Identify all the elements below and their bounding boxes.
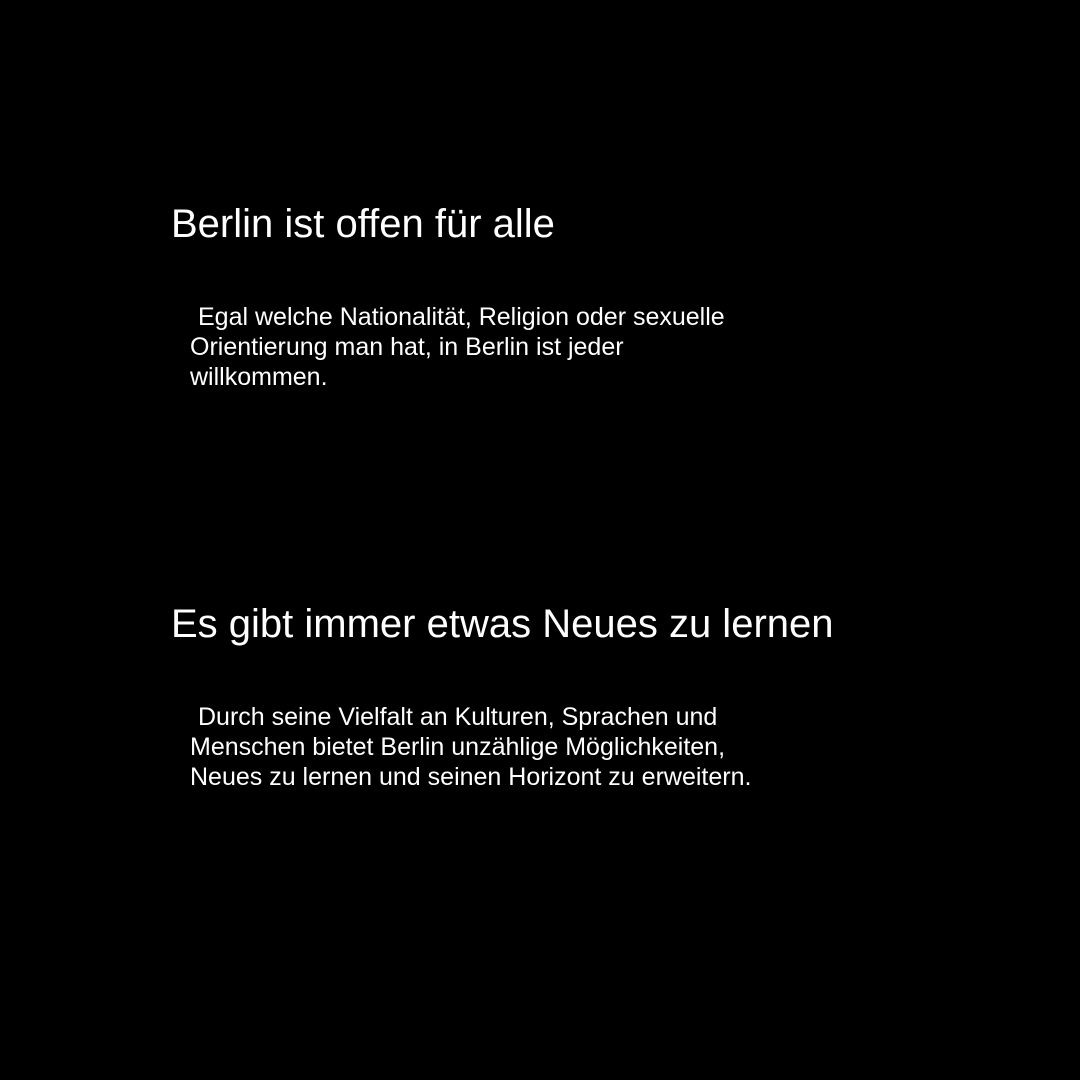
section-body-open-for-all: Egal welche Nationalität, Religion oder …: [190, 302, 850, 392]
section-body-always-learn: Durch seine Vielfalt an Kulturen, Sprach…: [190, 702, 850, 792]
body-line: Neues zu lernen und seinen Horizont zu e…: [190, 763, 752, 791]
section-heading-always-learn: Es gibt immer etwas Neues zu lernen: [171, 602, 834, 646]
section-heading-open-for-all: Berlin ist offen für alle: [171, 202, 555, 246]
body-line: Menschen bietet Berlin unzählige Möglich…: [190, 733, 726, 761]
slide: Berlin ist offen für alle Egal welche Na…: [0, 0, 1080, 1080]
body-line: willkommen.: [190, 363, 328, 391]
body-line: Egal welche Nationalität, Religion oder …: [198, 303, 725, 331]
body-line: Durch seine Vielfalt an Kulturen, Sprach…: [198, 703, 718, 731]
body-line: Orientierung man hat, in Berlin ist jede…: [190, 333, 624, 361]
